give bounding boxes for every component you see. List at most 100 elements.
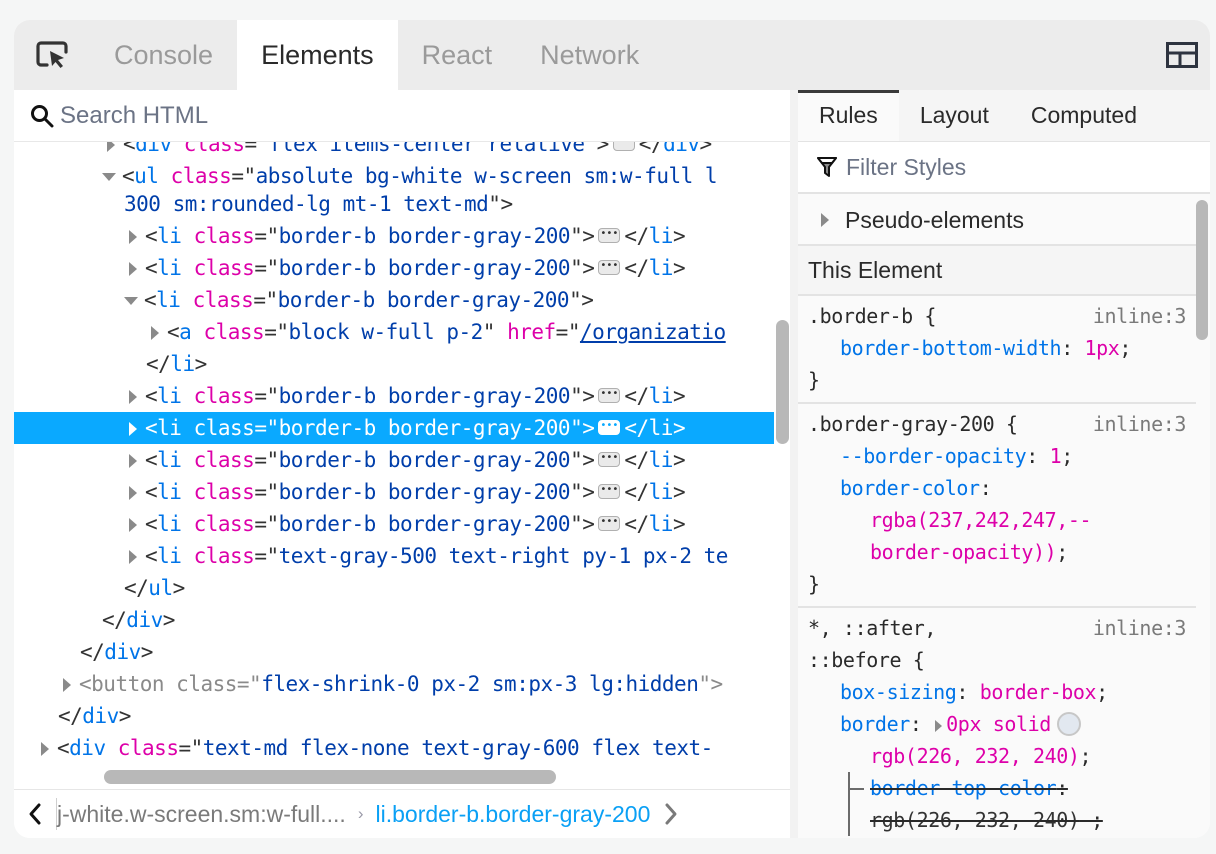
- href-link[interactable]: /organizatio: [580, 320, 726, 344]
- collapsed-content-badge[interactable]: •••: [598, 451, 621, 467]
- rule-source-link[interactable]: inline:3: [1093, 300, 1187, 332]
- expand-toggle[interactable]: [129, 422, 137, 436]
- breadcrumb-item[interactable]: j-white.w-screen.sm:w-full....: [57, 801, 346, 828]
- css-rule: .border-b { inline:3 border-bottom-width…: [798, 296, 1196, 404]
- expand-toggle[interactable]: [63, 678, 71, 692]
- expand-toggle[interactable]: [129, 262, 137, 276]
- collapsed-content-badge[interactable]: •••: [598, 515, 621, 531]
- collapse-toggle[interactable]: [102, 173, 116, 181]
- tree-node-closing[interactable]: </li>: [14, 348, 774, 380]
- tab-rules[interactable]: Rules: [798, 90, 899, 141]
- expand-toggle[interactable]: [129, 230, 137, 244]
- tree-node[interactable]: <a class="block w-full p-2" href="/organ…: [14, 316, 774, 348]
- css-rule: *, ::after, inline:3 ::before { box-sizi…: [798, 608, 1196, 838]
- tree-node[interactable]: <li class="border-b border-gray-200"> •••…: [14, 476, 774, 508]
- expand-toggle: [821, 213, 829, 227]
- this-element-header: This Element: [798, 246, 1196, 296]
- pane-splitter[interactable]: [790, 90, 798, 838]
- collapsed-content-badge[interactable]: •••: [598, 259, 621, 275]
- tree-node[interactable]: <div class="text-md flex-none text-gray-…: [14, 732, 774, 764]
- tree-node[interactable]: <li class="border-b border-gray-200"> •••…: [14, 220, 774, 252]
- chevron-right-icon: [665, 803, 677, 825]
- css-declaration[interactable]: --border-opacity: 1;: [808, 440, 1196, 472]
- tree-node[interactable]: <button class="flex-shrink-0 px-2 sm:px-…: [14, 668, 774, 700]
- breadcrumb-separator-icon: ›: [357, 804, 364, 823]
- filter-icon: [817, 157, 837, 177]
- collapsed-content-badge[interactable]: •••: [598, 483, 621, 499]
- tree-node-selected[interactable]: <li class="border-b border-gray-200"> •••…: [14, 412, 774, 444]
- expand-toggle[interactable]: [129, 390, 137, 404]
- expand-toggle[interactable]: [129, 454, 137, 468]
- filter-styles-input[interactable]: [846, 153, 1186, 181]
- tab-console[interactable]: Console: [90, 20, 237, 90]
- tab-elements[interactable]: Elements: [237, 20, 398, 90]
- breadcrumb-scroll-right-button[interactable]: [650, 790, 692, 838]
- collapsed-content-badge[interactable]: •••: [598, 387, 621, 403]
- rules-list: Pseudo-elements This Element .border-b {…: [798, 196, 1196, 838]
- expand-shorthand-toggle[interactable]: [935, 719, 943, 732]
- rule-selector[interactable]: .border-b {: [808, 304, 936, 328]
- collapsed-content-badge[interactable]: •••: [598, 227, 621, 243]
- sidebar-panel: Rules Layout Computed Pseudo-elements Th…: [798, 90, 1210, 838]
- collapsed-content-badge[interactable]: •••: [598, 419, 621, 435]
- rule-close-brace: }: [808, 368, 820, 392]
- breadcrumb-item-current[interactable]: li.border-b.border-gray-200: [376, 801, 651, 828]
- tree-horizontal-scrollbar[interactable]: [104, 770, 556, 784]
- tab-computed[interactable]: Computed: [1010, 90, 1158, 141]
- collapse-toggle[interactable]: [124, 297, 138, 305]
- tab-react[interactable]: React: [398, 20, 517, 90]
- tree-node-closing[interactable]: </div>: [14, 604, 774, 636]
- rule-source-link[interactable]: inline:3: [1093, 408, 1187, 440]
- devtools-toolbar: Console Elements React Network: [14, 20, 1210, 90]
- element-picker-button[interactable]: [14, 20, 90, 90]
- tab-layout[interactable]: Layout: [899, 90, 1010, 141]
- tree-vertical-scrollbar[interactable]: [776, 320, 789, 444]
- color-swatch[interactable]: [1056, 711, 1081, 736]
- css-declaration[interactable]: border: 0px solid: [808, 708, 1196, 740]
- tree-node[interactable]: <li class="text-gray-500 text-right py-1…: [14, 540, 774, 572]
- tree-node[interactable]: <li class="border-b border-gray-200"> •••…: [14, 508, 774, 540]
- expand-toggle[interactable]: [151, 326, 159, 340]
- expand-toggle[interactable]: [129, 550, 137, 564]
- css-declaration[interactable]: border-bottom-width: 1px;: [808, 332, 1196, 364]
- css-declaration-value[interactable]: rgb(226, 232, 240);: [808, 740, 1196, 772]
- search-html-input[interactable]: [60, 101, 660, 130]
- markup-panel: <div class="flex items-center relative">…: [14, 90, 790, 838]
- rules-vertical-scrollbar[interactable]: [1196, 200, 1208, 340]
- expand-toggle[interactable]: [129, 486, 137, 500]
- tree-node-closing[interactable]: </div>: [14, 700, 774, 732]
- expand-toggle[interactable]: [129, 518, 137, 532]
- tree-guide-branch: [848, 788, 864, 790]
- search-html-bar: [14, 90, 790, 142]
- devtools-window: Console Elements React Network <div clas…: [14, 20, 1210, 838]
- pseudo-elements-toggle[interactable]: Pseudo-elements: [798, 196, 1196, 246]
- collapsed-content-badge[interactable]: •••: [612, 142, 635, 151]
- tree-node-closing[interactable]: </div>: [14, 636, 774, 668]
- css-declaration[interactable]: border-color:: [808, 472, 1196, 504]
- expand-toggle[interactable]: [41, 742, 49, 756]
- tab-network[interactable]: Network: [516, 20, 663, 90]
- css-declaration-value[interactable]: rgb(226, 232, 240) ;: [808, 804, 1196, 836]
- css-declaration-value[interactable]: rgba(237,242,247,--: [808, 504, 1196, 536]
- rule-source-link[interactable]: inline:3: [1093, 612, 1187, 644]
- tree-node[interactable]: <li class="border-b border-gray-200"> •••…: [14, 380, 774, 412]
- search-icon: [31, 104, 54, 127]
- tree-node[interactable]: <li class="border-b border-gray-200"> •••…: [14, 252, 774, 284]
- breadcrumb-scroll-left-button[interactable]: [14, 790, 56, 838]
- css-declaration-value[interactable]: border-opacity));: [808, 536, 1196, 568]
- rule-selector[interactable]: ::before {: [808, 648, 925, 672]
- tree-node[interactable]: <li class="border-b border-gray-200">: [14, 284, 774, 316]
- rule-selector[interactable]: *, ::after,: [808, 616, 936, 640]
- css-declaration-overridden[interactable]: border-top-color:: [808, 772, 1196, 804]
- expand-toggle[interactable]: [107, 142, 115, 152]
- tree-node[interactable]: <li class="border-b border-gray-200"> •••…: [14, 444, 774, 476]
- tree-node-closing[interactable]: </ul>: [14, 572, 774, 604]
- sidebar-tabs: Rules Layout Computed: [798, 90, 1210, 142]
- rule-selector[interactable]: .border-gray-200 {: [808, 412, 1018, 436]
- dom-tree: <div class="flex items-center relative">…: [14, 142, 774, 782]
- css-declaration[interactable]: box-sizing: border-box;: [808, 676, 1196, 708]
- dock-layout-button[interactable]: [1154, 20, 1210, 90]
- tree-node[interactable]: <div class="flex items-center relative">…: [14, 142, 774, 160]
- filter-styles-bar: [798, 142, 1210, 194]
- rule-close-brace: }: [808, 572, 820, 596]
